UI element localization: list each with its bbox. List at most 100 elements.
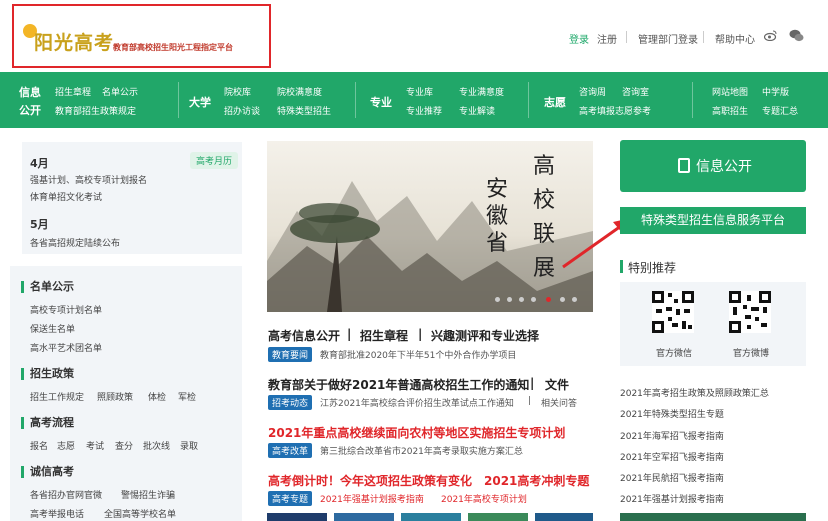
- qr-label: 官方微信: [656, 349, 693, 359]
- recommend-link[interactable]: 2021年特殊类型招生专题: [620, 407, 724, 420]
- news-headline-link[interactable]: 招生章程: [360, 327, 408, 344]
- nav-divider: [692, 82, 693, 118]
- carousel-dot[interactable]: [495, 297, 500, 302]
- weibo-icon[interactable]: [763, 30, 777, 42]
- nav-item[interactable]: 咨询周: [579, 85, 606, 98]
- nav-item[interactable]: 专业满意度: [459, 85, 504, 98]
- news-headline-link[interactable]: 高考倒计时！今年这项招生政策有变化 2021高考冲刺专题: [268, 472, 589, 489]
- nav-item[interactable]: 高考填报志愿参考: [579, 104, 651, 117]
- nav-item[interactable]: 招生章程: [55, 85, 91, 98]
- section-link[interactable]: 各省招办官网官微: [30, 488, 102, 501]
- special-enrollment-platform-button[interactable]: 特殊类型招生信息服务平台: [620, 207, 806, 234]
- carousel-dot[interactable]: [519, 297, 524, 302]
- calendar-event[interactable]: 体育单招文化考试: [30, 190, 102, 203]
- section-link[interactable]: 高校专项计划名单: [30, 303, 102, 316]
- nav-item[interactable]: 院校库: [224, 85, 251, 98]
- news-headline-link[interactable]: 文件: [545, 376, 569, 393]
- section-link[interactable]: 警惕招生诈骗: [121, 488, 175, 501]
- news-separator: |: [418, 327, 423, 341]
- news-sub-link[interactable]: 江苏2021年高校综合评价招生改革试点工作通知: [320, 396, 514, 409]
- news-sub-link[interactable]: 2021年强基计划报考指南: [320, 492, 424, 505]
- bottom-thumbnail[interactable]: [334, 513, 394, 521]
- news-sub-link[interactable]: 第三批综合改革省市2021年高考录取实施方案汇总: [320, 444, 523, 457]
- section-link[interactable]: 批次线: [143, 439, 170, 452]
- info-public-button[interactable]: 信息公开: [620, 140, 806, 192]
- recommend-link[interactable]: 2021年海军招飞报考指南: [620, 429, 724, 442]
- recommend-link[interactable]: 2021年高考招生政策及照顾政策汇总: [620, 386, 769, 399]
- section-title[interactable]: 高考流程: [21, 417, 74, 429]
- news-sub-link[interactable]: 教育部批准2020年下半年51个中外合作办学项目: [320, 348, 516, 361]
- news-sub-link[interactable]: 相关问答: [541, 396, 577, 409]
- nav-group-title[interactable]: 专业: [370, 94, 392, 110]
- news-tag[interactable]: 教育要闻: [268, 347, 313, 362]
- carousel-dot[interactable]: [572, 297, 577, 302]
- section-marker: [620, 260, 623, 273]
- news-headline-link[interactable]: 教育部关于做好2021年普通高校招生工作的通知: [268, 376, 529, 393]
- wechat-icon[interactable]: [789, 29, 804, 42]
- recommend-link[interactable]: 2021年强基计划报考指南: [620, 492, 724, 505]
- nav-item[interactable]: 院校满意度: [277, 85, 322, 98]
- site-logo[interactable]: 阳光高考: [34, 28, 114, 55]
- nav-group-title[interactable]: 公开: [19, 102, 41, 118]
- nav-item[interactable]: 专题汇总: [762, 104, 798, 117]
- news-headline-link[interactable]: 兴趣测评和专业选择: [431, 327, 539, 344]
- register-link[interactable]: 注册: [597, 31, 617, 46]
- login-link[interactable]: 登录: [569, 31, 589, 46]
- nav-item[interactable]: 教育部招生政策规定: [55, 104, 136, 117]
- section-title[interactable]: 诚信高考: [21, 466, 74, 478]
- news-tag[interactable]: 高考改革: [268, 443, 313, 458]
- nav-item[interactable]: 咨询室: [622, 85, 649, 98]
- section-title[interactable]: 名单公示: [21, 281, 74, 293]
- carousel-dot[interactable]: [507, 297, 512, 302]
- nav-item[interactable]: 特殊类型招生: [277, 104, 331, 117]
- nav-item[interactable]: 中学版: [762, 85, 789, 98]
- section-link[interactable]: 保送生名单: [30, 322, 75, 335]
- calendar-badge[interactable]: 高考月历: [190, 152, 239, 169]
- section-link[interactable]: 全国高等学校名单: [104, 507, 176, 520]
- nav-item[interactable]: 名单公示: [102, 85, 138, 98]
- section-link[interactable]: 高水平艺术团名单: [30, 341, 102, 354]
- section-link[interactable]: 录取: [180, 439, 198, 452]
- section-link[interactable]: 报名: [30, 439, 48, 452]
- news-headline-link[interactable]: 高考信息公开: [268, 327, 340, 344]
- bottom-thumbnail[interactable]: [535, 513, 593, 521]
- section-link[interactable]: 照顾政策: [97, 390, 133, 403]
- weibo-qr-code[interactable]: [729, 291, 771, 333]
- bottom-banner[interactable]: [620, 513, 806, 521]
- news-tag[interactable]: 高考专题: [268, 491, 313, 506]
- calendar-event[interactable]: 各省高招规定陆续公布: [30, 236, 120, 249]
- help-center-link[interactable]: 帮助中心: [715, 31, 755, 46]
- nav-group-title[interactable]: 信息: [19, 84, 41, 100]
- section-link[interactable]: 志愿: [57, 439, 75, 452]
- bottom-thumbnail[interactable]: [267, 513, 327, 521]
- nav-item[interactable]: 网站地图: [712, 85, 748, 98]
- nav-item[interactable]: 专业解读: [459, 104, 495, 117]
- nav-item[interactable]: 专业库: [406, 85, 433, 98]
- carousel-dot[interactable]: [531, 297, 536, 302]
- bottom-thumbnail[interactable]: [401, 513, 461, 521]
- recommend-link[interactable]: 2021年空军招飞报考指南: [620, 450, 724, 463]
- section-link[interactable]: 高考举报电话: [30, 507, 84, 520]
- nav-group-title[interactable]: 志愿: [544, 94, 566, 110]
- section-link[interactable]: 招生工作规定: [30, 390, 84, 403]
- section-link[interactable]: 考试: [86, 439, 104, 452]
- section-link[interactable]: 军检: [178, 390, 196, 403]
- news-sub-link[interactable]: 2021年高校专项计划: [441, 492, 527, 505]
- calendar-event[interactable]: 强基计划、高校专项计划报名: [30, 173, 147, 186]
- section-link[interactable]: 体检: [148, 390, 166, 403]
- wechat-qr-code[interactable]: [652, 291, 694, 333]
- carousel-dot[interactable]: [560, 297, 565, 302]
- bottom-thumbnail[interactable]: [468, 513, 528, 521]
- recommend-link[interactable]: 2021年民航招飞报考指南: [620, 471, 724, 484]
- section-link[interactable]: 查分: [115, 439, 133, 452]
- recommend-title: 特别推荐: [628, 261, 677, 275]
- admin-login-link[interactable]: 管理部门登录: [638, 31, 698, 46]
- nav-item[interactable]: 专业推荐: [406, 104, 442, 117]
- nav-group-title[interactable]: 大学: [189, 94, 211, 110]
- news-tag[interactable]: 招考动态: [268, 395, 313, 410]
- carousel-dot-active[interactable]: [546, 297, 551, 302]
- news-headline-link[interactable]: 2021年重点高校继续面向农村等地区实施招生专项计划: [268, 424, 565, 441]
- section-title[interactable]: 招生政策: [21, 368, 74, 380]
- nav-item[interactable]: 招办访谈: [224, 104, 260, 117]
- nav-item[interactable]: 高职招生: [712, 104, 748, 117]
